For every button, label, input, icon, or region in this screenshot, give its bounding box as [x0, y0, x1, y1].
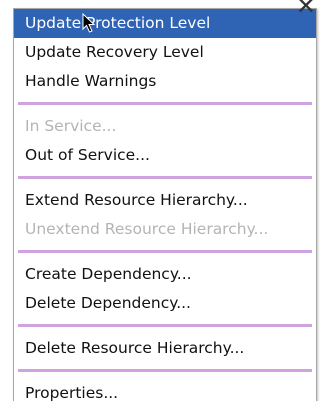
menu-item-label: Delete Dependency... — [25, 294, 191, 312]
menu-item-out-of-service[interactable]: Out of Service... — [14, 141, 316, 170]
close-icon[interactable]: ✕ — [296, 0, 316, 18]
context-menu: Update Protection Level Update Recovery … — [13, 8, 317, 401]
menu-item-update-protection-level[interactable]: Update Protection Level — [14, 9, 316, 38]
menu-item-label: Update Recovery Level — [25, 43, 204, 61]
menu-separator — [18, 369, 312, 372]
menu-item-create-dependency[interactable]: Create Dependency... — [14, 260, 316, 289]
menu-item-properties[interactable]: Properties... — [14, 379, 316, 401]
menu-item-label: In Service... — [25, 117, 117, 135]
menu-item-label: Delete Resource Hierarchy... — [25, 339, 245, 357]
menu-separator — [18, 102, 312, 105]
menu-item-label: Extend Resource Hierarchy... — [25, 191, 248, 209]
menu-item-in-service: In Service... — [14, 112, 316, 141]
menu-item-label: Properties... — [25, 384, 119, 401]
menu-item-label: Unextend Resource Hierarchy... — [25, 220, 269, 238]
menu-item-label: Update Protection Level — [25, 14, 211, 32]
menu-item-extend-resource-hierarchy[interactable]: Extend Resource Hierarchy... — [14, 186, 316, 215]
menu-item-unextend-resource-hierarchy: Unextend Resource Hierarchy... — [14, 215, 316, 244]
menu-item-delete-resource-hierarchy[interactable]: Delete Resource Hierarchy... — [14, 334, 316, 363]
menu-item-label: Out of Service... — [25, 146, 150, 164]
menu-separator — [18, 324, 312, 327]
menu-separator — [18, 176, 312, 179]
menu-item-delete-dependency[interactable]: Delete Dependency... — [14, 289, 316, 318]
menu-separator — [18, 250, 312, 253]
menu-item-label: Create Dependency... — [25, 265, 192, 283]
menu-item-label: Handle Warnings — [25, 72, 157, 90]
menu-item-update-recovery-level[interactable]: Update Recovery Level — [14, 38, 316, 67]
mouse-cursor-icon — [82, 13, 96, 33]
menu-item-handle-warnings[interactable]: Handle Warnings — [14, 67, 316, 96]
